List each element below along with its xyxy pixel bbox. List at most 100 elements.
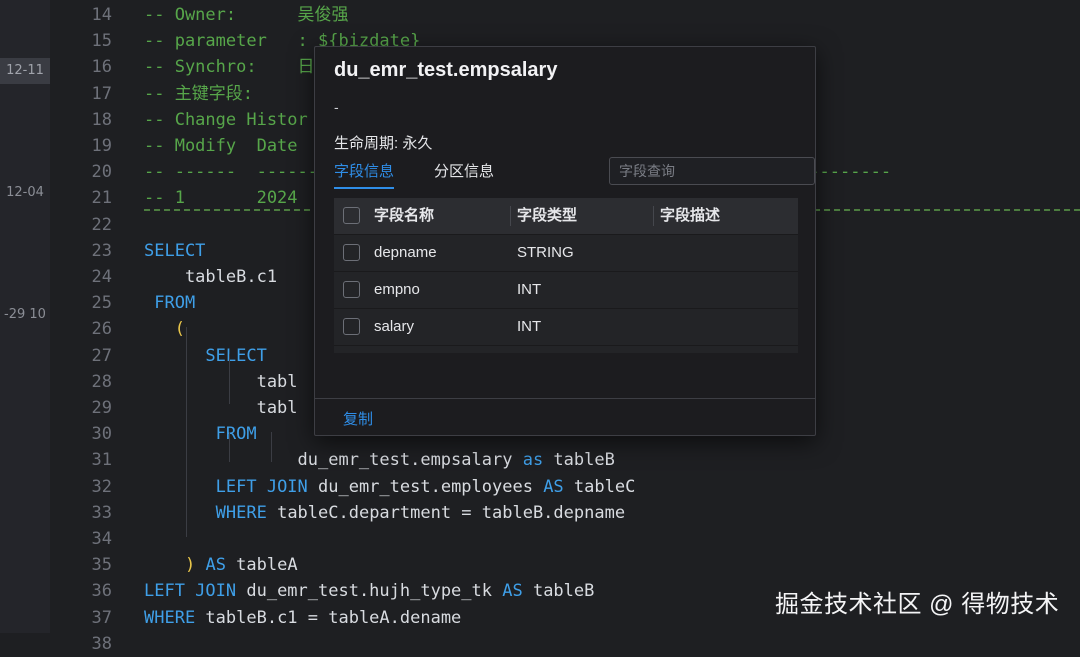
- code-token: tableC: [563, 476, 636, 497]
- sql-comment: -- Owner:: [144, 5, 298, 25]
- sql-comment: -- 1 2024: [144, 188, 298, 209]
- line-number: 31: [91, 450, 112, 471]
- line-number: 17: [91, 83, 112, 104]
- line-number: 35: [91, 555, 112, 576]
- line-number: 26: [91, 319, 112, 340]
- gutter-date[interactable]: 12-11: [0, 58, 50, 84]
- field-type-cell: INT: [517, 281, 542, 298]
- tab-partition-info[interactable]: 分区信息: [434, 160, 494, 187]
- sql-keyword: SELECT: [144, 240, 206, 261]
- code-token: (: [144, 319, 185, 340]
- code-line[interactable]: -- 1 2024: [144, 185, 298, 211]
- row-checkbox[interactable]: [343, 281, 360, 298]
- code-token: tabl: [144, 371, 298, 392]
- field-type-cell: STRING: [517, 244, 574, 261]
- code-line[interactable]: tabl: [144, 395, 298, 421]
- sql-comment: 吴俊强: [297, 5, 349, 25]
- code-line[interactable]: du_emr_test.empsalary as tableB: [144, 447, 615, 473]
- column-header[interactable]: 字段描述: [660, 198, 720, 234]
- field-name-cell: depname: [374, 244, 437, 261]
- sql-keyword: LEFT JOIN: [144, 581, 237, 602]
- line-number: 21: [91, 188, 112, 209]
- code-line[interactable]: SELECT: [144, 343, 266, 369]
- line-number: 38: [91, 633, 112, 654]
- line-number: 33: [91, 502, 112, 523]
- code-line[interactable]: tabl: [144, 369, 298, 395]
- sql-keyword: WHERE: [215, 502, 267, 523]
- code-line[interactable]: FROM: [144, 421, 257, 447]
- row-checkbox[interactable]: [343, 244, 360, 261]
- line-number: 19: [91, 136, 112, 156]
- code-line[interactable]: ) AS tableA: [144, 552, 298, 578]
- line-number: 24: [91, 267, 112, 287]
- line-number-gutter: 14 15 16 17 18 19 20 21 22 23 24 25 26 27 28 29 30 31 32 33…: [50, 0, 114, 654]
- line-number: 16: [91, 57, 112, 78]
- table-info-popup[interactable]: du_emr_test.empsalary - 生命周期: 永久 字段信息 分区…: [314, 46, 816, 436]
- line-number: 14: [91, 5, 112, 25]
- column-header[interactable]: 字段名称: [374, 198, 434, 234]
- line-number: 28: [91, 371, 112, 392]
- sql-keyword: AS: [543, 476, 564, 497]
- column-divider: [510, 206, 511, 226]
- table-description: -: [334, 99, 339, 115]
- code-line[interactable]: -- Modify Date: [144, 133, 298, 159]
- line-number: 25: [91, 293, 112, 314]
- field-name-cell: salary: [374, 318, 415, 335]
- sql-keyword: as: [522, 450, 544, 471]
- gutter-date[interactable]: 12-04: [0, 180, 50, 206]
- column-header[interactable]: 字段类型: [517, 198, 577, 234]
- line-number: 18: [91, 109, 112, 130]
- code-line[interactable]: FROM: [144, 290, 195, 316]
- code-line[interactable]: WHERE tableC.department = tableB.depname: [144, 500, 625, 526]
- line-number: 32: [91, 476, 112, 497]
- code-line[interactable]: -- Owner: 吴俊强: [144, 2, 349, 28]
- column-divider: [653, 206, 654, 226]
- row-checkbox[interactable]: [343, 318, 360, 335]
- line-number: 23: [91, 240, 112, 261]
- sql-keyword: LEFT JOIN: [215, 476, 308, 497]
- code-token: tableB: [543, 450, 615, 471]
- field-type-cell: INT: [517, 318, 542, 335]
- table-header-row: 字段名称 字段类型 字段描述: [334, 198, 798, 234]
- code-token: tableC.department = tableB.depname: [266, 502, 626, 523]
- field-search-input[interactable]: [609, 157, 815, 185]
- table-row[interactable]: salary INT: [334, 308, 798, 345]
- code-line[interactable]: WHERE tableB.c1 = tableA.dename: [144, 605, 461, 631]
- select-all-checkbox[interactable]: [343, 207, 360, 224]
- line-number: 29: [91, 398, 112, 418]
- blame-gutter: 12-11 12-04 -29 10: [0, 0, 51, 633]
- code-line[interactable]: SELECT: [144, 238, 205, 264]
- code-line[interactable]: tableB.c1: [144, 264, 277, 290]
- copy-button[interactable]: 复制: [343, 408, 373, 429]
- code-line[interactable]: LEFT JOIN du_emr_test.hujh_type_tk AS ta…: [144, 578, 594, 604]
- popup-title: du_emr_test.empsalary: [334, 59, 558, 81]
- indent-guide: [229, 354, 230, 404]
- table-row[interactable]: empno INT: [334, 271, 798, 308]
- line-number: 34: [91, 529, 112, 549]
- code-line[interactable]: (: [144, 316, 185, 342]
- indent-guide: [271, 432, 272, 462]
- table-row-partial[interactable]: [334, 345, 798, 353]
- line-number: 30: [91, 424, 112, 445]
- code-token: tableA: [225, 555, 298, 576]
- table-row[interactable]: depname STRING: [334, 234, 798, 271]
- sql-keyword: AS: [502, 581, 523, 602]
- code-line[interactable]: LEFT JOIN du_emr_test.employees AS table…: [144, 474, 636, 500]
- code-token: tableB.c1 = tableA.dename: [195, 607, 462, 628]
- field-table: 字段名称 字段类型 字段描述 depname STRING empno INT …: [334, 198, 798, 353]
- sql-comment: -- 主键字段:: [144, 83, 253, 104]
- code-token: tableB.c1: [144, 267, 278, 287]
- tab-field-info[interactable]: 字段信息: [334, 160, 395, 189]
- line-number: 36: [91, 581, 112, 602]
- code-line[interactable]: -- Change Histor: [144, 107, 308, 133]
- code-line[interactable]: -- 主键字段:: [144, 81, 253, 107]
- gutter-date[interactable]: -29 10: [0, 302, 50, 328]
- field-name-cell: empno: [374, 281, 420, 298]
- lifecycle-label: 生命周期: 永久: [334, 135, 433, 152]
- watermark-text: 掘金技术社区 @ 得物技术: [775, 591, 1060, 618]
